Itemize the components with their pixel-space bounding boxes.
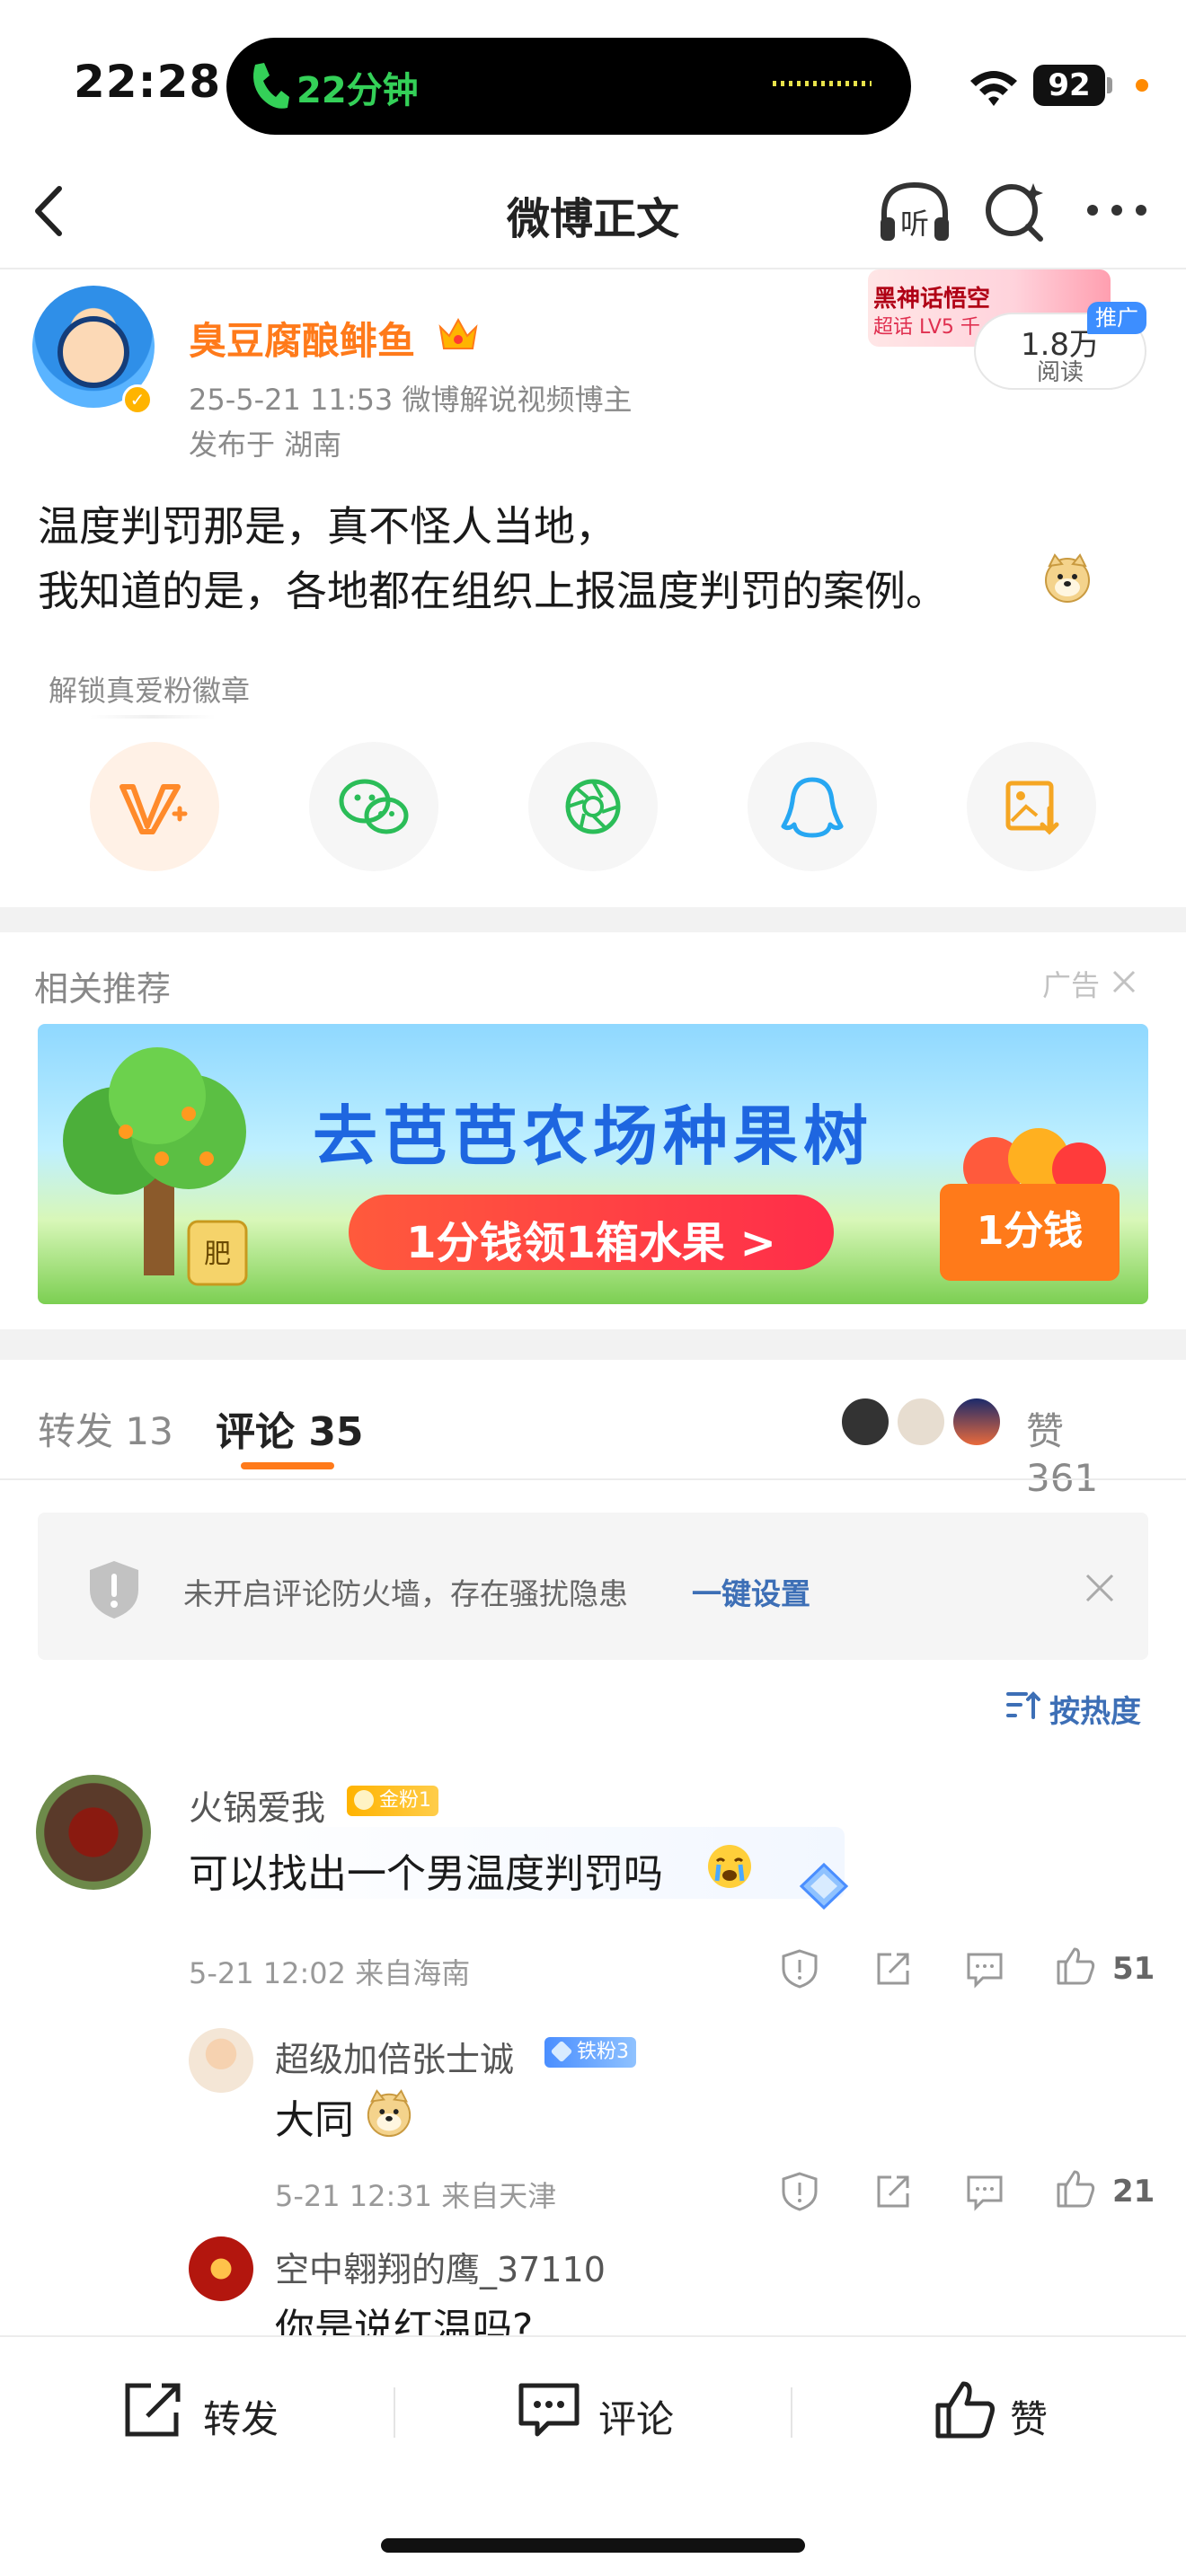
privacy-indicator bbox=[1136, 79, 1148, 92]
verified-icon: ✓ bbox=[122, 384, 153, 415]
reply-avatar[interactable] bbox=[189, 2028, 253, 2093]
tab-active-indicator bbox=[241, 1462, 334, 1469]
liker-avatar[interactable] bbox=[895, 1396, 947, 1448]
reply-meta: 5-21 12:31 来自天津 bbox=[275, 2179, 557, 2213]
reply-name[interactable]: 空中翱翔的鹰_37110 bbox=[275, 2242, 606, 2291]
read-label: 阅读 bbox=[1036, 359, 1084, 386]
comment-meta: 5-21 12:02 来自海南 bbox=[189, 1956, 471, 1990]
wechat-share-button[interactable] bbox=[309, 742, 438, 871]
repost-icon[interactable] bbox=[872, 1947, 915, 1990]
tabs-divider bbox=[0, 1478, 1186, 1480]
like-count: 51 bbox=[1112, 1951, 1155, 1987]
comment-icon[interactable] bbox=[963, 1947, 1006, 1990]
home-indicator[interactable] bbox=[381, 2538, 805, 2553]
audio-wave-icon bbox=[773, 81, 872, 86]
avatar-face bbox=[58, 316, 129, 388]
liker-avatar[interactable] bbox=[951, 1396, 1003, 1448]
save-image-icon bbox=[1005, 781, 1059, 835]
post-location: 发布于 湖南 bbox=[189, 428, 342, 462]
fan-level-badge: 金粉1 bbox=[347, 1786, 438, 1816]
tab-repost[interactable]: 转发 13 bbox=[38, 1401, 173, 1456]
report-icon[interactable] bbox=[778, 1947, 821, 1990]
listen-label: 听 bbox=[900, 207, 929, 241]
more-icon[interactable] bbox=[1084, 192, 1150, 228]
commenter-name[interactable]: 火锅爱我 bbox=[189, 1780, 325, 1830]
firewall-text: 未开启评论防火墙，存在骚扰隐患 bbox=[183, 1576, 628, 1611]
fan-badge-share-button[interactable] bbox=[90, 742, 219, 871]
headphones-icon: 听 bbox=[881, 181, 949, 241]
firewall-setup-link[interactable]: 一键设置 bbox=[692, 1570, 810, 1613]
status-time: 22:28 bbox=[74, 56, 222, 108]
section-separator-2 bbox=[0, 1329, 1186, 1360]
liker-avatar[interactable] bbox=[839, 1396, 891, 1448]
ad-box-label: 1分钱 bbox=[976, 1208, 1084, 1254]
post-text: 温度判罚那是，真不怪人当地， 我知道的是，各地都在组织上报温度判罚的案例。 bbox=[38, 494, 1152, 623]
fan-badge-icon bbox=[119, 784, 188, 834]
promote-tag[interactable]: 推广 bbox=[1087, 302, 1146, 334]
crying-emoji-icon bbox=[708, 1845, 751, 1888]
bottom-repost-label: 转发 bbox=[203, 2397, 279, 2441]
repost-icon bbox=[125, 2383, 181, 2437]
battery-level: 92 bbox=[1033, 65, 1105, 106]
doge-emoji-icon bbox=[1045, 553, 1090, 603]
fertilizer-jar-label: 肥 bbox=[204, 1239, 231, 1270]
bottom-comment-label: 评论 bbox=[598, 2397, 675, 2441]
crown-icon bbox=[438, 317, 478, 349]
post-meta: 25-5-21 11:53 微博解说视频博主 bbox=[189, 383, 633, 417]
phone-icon bbox=[253, 63, 289, 109]
supertopic-level: 超话 LV5 千 bbox=[873, 316, 980, 339]
bottom-like-label: 赞 bbox=[1010, 2397, 1049, 2441]
listen-button[interactable]: 听 bbox=[877, 178, 952, 244]
comment-text: 可以找出一个男温度判罚吗 bbox=[189, 1851, 663, 1897]
save-image-share-button[interactable] bbox=[967, 742, 1096, 871]
call-duration: 22分钟 bbox=[296, 70, 419, 111]
tab-comment[interactable]: 评论 35 bbox=[216, 1399, 364, 1457]
post-line-2: 我知道的是，各地都在组织上报温度判罚的案例。 bbox=[38, 567, 947, 615]
sort-by-hot[interactable]: 按热度 bbox=[1049, 1687, 1141, 1731]
moments-icon bbox=[565, 779, 621, 834]
qq-penguin-icon bbox=[781, 777, 844, 838]
comment-icon[interactable] bbox=[963, 2170, 1006, 2213]
unlock-fan-badge-text[interactable]: 解锁真爱粉徽章 bbox=[49, 668, 250, 710]
shield-icon bbox=[90, 1561, 138, 1619]
reply-name[interactable]: 超级加倍张士诚 bbox=[275, 2032, 514, 2081]
fan-level-badge: 铁粉3 bbox=[544, 2037, 636, 2068]
report-icon[interactable] bbox=[778, 2170, 821, 2213]
comment-icon bbox=[518, 2383, 580, 2437]
sort-icon[interactable] bbox=[1005, 1689, 1042, 1721]
diamond-decoration-icon bbox=[799, 1862, 849, 1910]
wifi-icon bbox=[970, 71, 1017, 106]
commenter-avatar[interactable] bbox=[36, 1775, 151, 1890]
repost-icon[interactable] bbox=[872, 2170, 915, 2213]
author-name[interactable]: 臭豆腐酿鲱鱼 bbox=[189, 311, 415, 366]
search-icon[interactable] bbox=[979, 178, 1051, 244]
bottom-separator bbox=[791, 2387, 792, 2438]
section-separator bbox=[0, 907, 1186, 932]
ad-cta-label: 1分钱领1箱水果 > bbox=[406, 1218, 776, 1268]
like-icon[interactable] bbox=[1053, 2166, 1096, 2210]
reply-avatar[interactable] bbox=[189, 2236, 253, 2301]
bottom-separator bbox=[394, 2387, 395, 2438]
ad-label: 广告 bbox=[1042, 968, 1101, 1002]
supertopic-title: 黑神话悟空 bbox=[873, 286, 991, 313]
like-count: 21 bbox=[1112, 2174, 1155, 2210]
qq-share-button[interactable] bbox=[748, 742, 877, 871]
close-ad-icon[interactable] bbox=[1111, 968, 1137, 995]
battery-cap bbox=[1107, 77, 1112, 93]
reply-text: 大同 bbox=[275, 2097, 354, 2143]
wechat-icon bbox=[339, 779, 409, 834]
moments-share-button[interactable] bbox=[528, 742, 658, 871]
doge-emoji-icon bbox=[367, 2089, 412, 2138]
tooltip-arrow bbox=[90, 715, 216, 719]
related-title: 相关推荐 bbox=[34, 969, 172, 1009]
like-icon[interactable] bbox=[1053, 1944, 1096, 1987]
close-icon[interactable] bbox=[1084, 1572, 1116, 1604]
like-icon bbox=[935, 2381, 995, 2439]
post-line-1: 温度判罚那是，真不怪人当地， bbox=[38, 502, 616, 551]
